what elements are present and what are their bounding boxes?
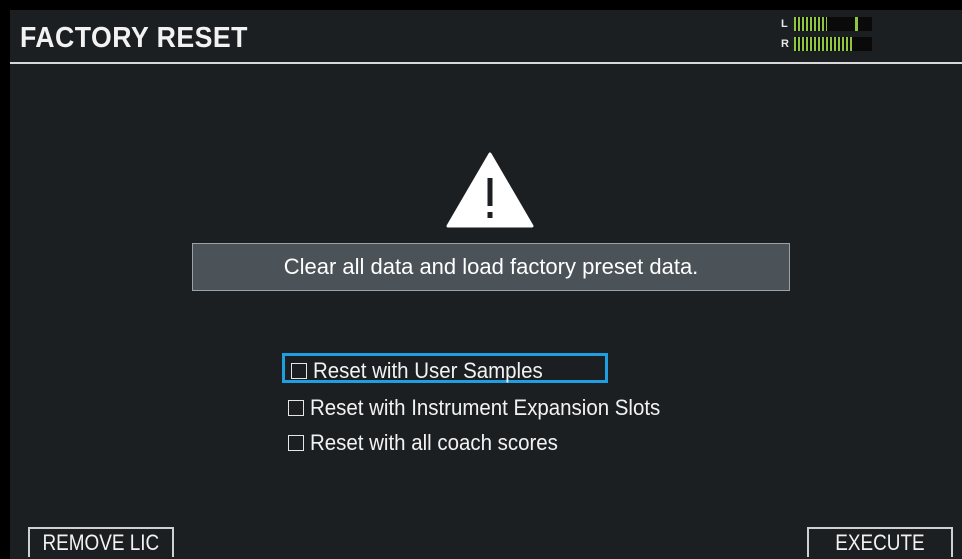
option-reset-user-samples[interactable]: Reset with User Samples <box>282 353 608 383</box>
execute-label: EXECUTE <box>835 530 925 555</box>
checkbox-icon[interactable] <box>291 363 307 379</box>
meter-right-fill <box>794 37 852 51</box>
meter-left-label: L <box>781 18 788 30</box>
meter-left-peak <box>855 17 858 31</box>
option-reset-expansion-slots[interactable]: Reset with Instrument Expansion Slots <box>282 393 687 423</box>
option-label: Reset with Instrument Expansion Slots <box>310 395 661 420</box>
option-label: Reset with User Samples <box>313 358 543 383</box>
meter-left-fill <box>794 17 827 31</box>
page-title: FACTORY RESET <box>20 22 248 54</box>
option-reset-coach-scores[interactable]: Reset with all coach scores <box>282 428 577 458</box>
meter-right-label: R <box>781 38 789 50</box>
level-meter-right: R <box>781 35 877 53</box>
option-label: Reset with all coach scores <box>310 430 558 455</box>
warning-message: Clear all data and load factory preset d… <box>192 243 790 291</box>
level-meter-left: L <box>781 15 877 33</box>
checkbox-icon[interactable] <box>288 400 304 416</box>
checkbox-icon[interactable] <box>288 435 304 451</box>
warning-triangle-icon <box>446 152 534 228</box>
level-meter: L R <box>781 14 877 54</box>
device-screen: FACTORY RESET L R Clear all data and loa… <box>0 0 962 559</box>
remove-lic-button[interactable]: REMOVE LIC <box>28 527 174 557</box>
execute-button[interactable]: EXECUTE <box>807 527 953 557</box>
header-divider <box>10 62 962 64</box>
remove-lic-label: REMOVE LIC <box>42 530 160 555</box>
